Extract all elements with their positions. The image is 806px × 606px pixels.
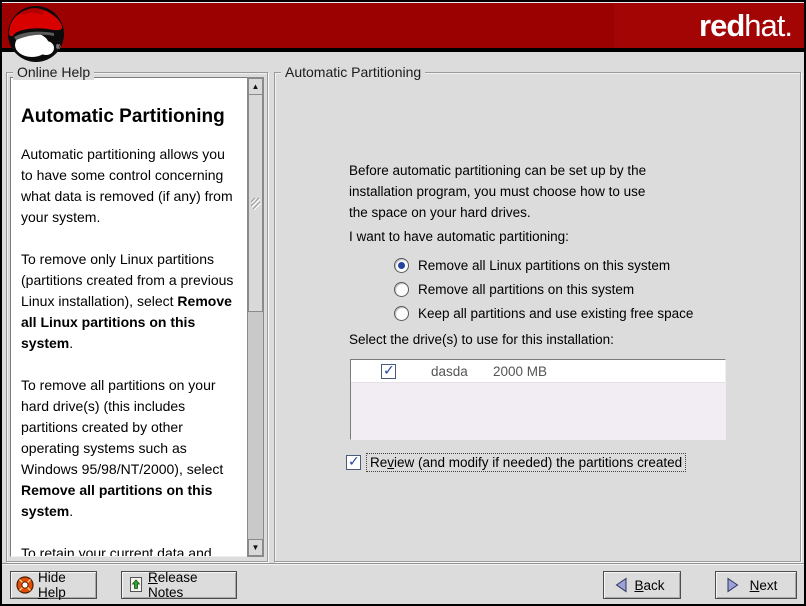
radio-button-icon[interactable] bbox=[394, 258, 409, 273]
footer-separator bbox=[2, 563, 804, 565]
back-button[interactable]: Back bbox=[603, 571, 681, 599]
hide-help-label: Hide Help bbox=[38, 570, 92, 600]
scrollbar-thumb[interactable] bbox=[248, 94, 263, 312]
intro-line: Before automatic partitioning can be set… bbox=[349, 160, 646, 181]
installer-window: redhat. ® Online Help Automatic Partitio… bbox=[0, 0, 806, 606]
next-label: Next bbox=[741, 578, 786, 593]
release-notes-label: Release Notes bbox=[148, 570, 232, 600]
online-help-frame: Online Help Automatic Partitioning Autom… bbox=[6, 65, 268, 562]
online-help-frame-label: Online Help bbox=[13, 65, 94, 80]
intro-text: Before automatic partitioning can be set… bbox=[349, 160, 646, 223]
review-checkbox-label: Review (and modify if needed) the partit… bbox=[366, 453, 686, 472]
drive-size: 2000 MB bbox=[493, 364, 547, 379]
drive-select-label: Select the drive(s) to use for this inst… bbox=[349, 332, 614, 347]
radio-label: Keep all partitions and use existing fre… bbox=[418, 306, 693, 321]
drive-checkbox[interactable] bbox=[381, 364, 396, 379]
life-ring-icon bbox=[16, 576, 34, 594]
intro-line: installation program, you must choose ho… bbox=[349, 181, 646, 202]
help-content: Automatic Partitioning Automatic partiti… bbox=[11, 78, 250, 557]
radio-remove-all-partitions[interactable]: Remove all partitions on this system bbox=[394, 280, 634, 298]
title-banner: redhat. bbox=[2, 2, 804, 52]
release-notes-button[interactable]: Release Notes bbox=[121, 571, 237, 599]
review-checkbox[interactable] bbox=[346, 455, 361, 470]
help-title: Automatic Partitioning bbox=[21, 106, 240, 128]
brand-bold: red bbox=[699, 8, 744, 43]
radio-keep-all-partitions[interactable]: Keep all partitions and use existing fre… bbox=[394, 304, 693, 322]
next-button[interactable]: Next bbox=[715, 571, 797, 599]
release-notes-icon bbox=[128, 576, 144, 594]
help-paragraph: To remove all partitions on your hard dr… bbox=[21, 375, 240, 522]
main-frame-label: Automatic Partitioning bbox=[281, 65, 425, 80]
drive-name: dasda bbox=[431, 364, 479, 379]
radio-remove-linux-partitions[interactable]: Remove all Linux partitions on this syst… bbox=[394, 256, 670, 274]
next-arrow-icon bbox=[725, 577, 741, 593]
back-label: Back bbox=[629, 578, 670, 593]
auto-partitioning-prompt: I want to have automatic partitioning: bbox=[349, 229, 569, 244]
radio-button-icon[interactable] bbox=[394, 306, 409, 321]
brand-patch: redhat. bbox=[614, 3, 804, 48]
redhat-wordmark: redhat. bbox=[699, 10, 792, 41]
radio-label: Remove all partitions on this system bbox=[418, 282, 634, 297]
brand-rest: hat. bbox=[744, 8, 792, 43]
help-viewport: Automatic Partitioning Automatic partiti… bbox=[10, 77, 251, 557]
help-paragraph: To remove only Linux partitions (partiti… bbox=[21, 249, 240, 354]
scroll-down-icon[interactable]: ▼ bbox=[248, 539, 263, 556]
drive-list[interactable]: dasda 2000 MB bbox=[350, 359, 726, 440]
thumb-grip-icon bbox=[250, 197, 261, 210]
help-scrollbar[interactable]: ▲ ▼ bbox=[247, 77, 264, 557]
hide-help-button[interactable]: Hide Help bbox=[10, 571, 97, 599]
scroll-up-icon[interactable]: ▲ bbox=[248, 78, 263, 95]
drive-row[interactable]: dasda 2000 MB bbox=[351, 360, 725, 383]
automatic-partitioning-frame: Automatic Partitioning Before automatic … bbox=[274, 65, 801, 562]
intro-line: the space on your hard drives. bbox=[349, 202, 646, 223]
help-paragraphs: Automatic partitioning allows you to hav… bbox=[21, 144, 240, 557]
back-arrow-icon bbox=[613, 577, 629, 593]
redhat-shadowman-logo-icon: ® bbox=[6, 3, 66, 63]
help-paragraph: To retain your current data and partitio… bbox=[21, 543, 240, 557]
radio-label: Remove all Linux partitions on this syst… bbox=[418, 258, 670, 273]
review-checkbox-row[interactable]: Review (and modify if needed) the partit… bbox=[346, 453, 686, 472]
radio-button-icon[interactable] bbox=[394, 282, 409, 297]
help-paragraph: Automatic partitioning allows you to hav… bbox=[21, 144, 240, 228]
svg-text:®: ® bbox=[56, 44, 61, 51]
